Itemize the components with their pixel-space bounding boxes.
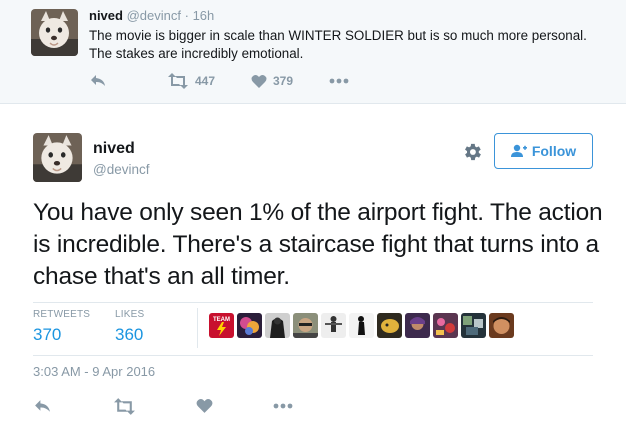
reply-button[interactable] bbox=[89, 72, 107, 90]
liker-avatar[interactable] bbox=[349, 313, 374, 338]
dog-avatar-image bbox=[33, 133, 82, 182]
tweet-time[interactable]: 16h bbox=[193, 8, 215, 23]
liker-avatar-image bbox=[349, 313, 374, 338]
avatar[interactable] bbox=[31, 9, 78, 56]
liker-avatar[interactable] bbox=[265, 313, 290, 338]
divider bbox=[33, 302, 593, 303]
liker-avatar-image bbox=[405, 313, 430, 338]
liker-avatar[interactable] bbox=[433, 313, 458, 338]
follow-label: Follow bbox=[531, 143, 577, 159]
team-badge-avatar: TEAM bbox=[209, 313, 234, 338]
liker-avatar[interactable] bbox=[489, 313, 514, 338]
liker-avatar[interactable] bbox=[377, 313, 402, 338]
liker-avatar-image bbox=[433, 313, 458, 338]
follow-icon bbox=[510, 144, 527, 157]
user-handle[interactable]: @devincf bbox=[93, 162, 149, 177]
like-count: 379 bbox=[273, 74, 294, 88]
liker-avatar-image bbox=[293, 313, 318, 338]
liker-avatar[interactable] bbox=[293, 313, 318, 338]
parent-tweet[interactable]: nived @devincf · 16h The movie is bigger… bbox=[0, 0, 626, 104]
liker-avatar-image bbox=[237, 313, 262, 338]
liker-avatar[interactable] bbox=[237, 313, 262, 338]
tweet-timestamp[interactable]: 3:03 AM - 9 Apr 2016 bbox=[33, 364, 155, 379]
gear-icon bbox=[465, 143, 481, 161]
liker-avatar[interactable]: TEAM bbox=[209, 313, 234, 338]
retweet-icon bbox=[114, 397, 135, 415]
display-name[interactable]: nived bbox=[89, 8, 123, 23]
likes-label: LIKES bbox=[115, 309, 145, 320]
retweet-button[interactable]: 447 bbox=[167, 72, 215, 90]
heart-icon bbox=[196, 399, 213, 413]
team-label: TEAM bbox=[213, 317, 230, 323]
liker-avatar[interactable] bbox=[321, 313, 346, 338]
likes-value: 360 bbox=[115, 325, 144, 344]
liker-avatar[interactable] bbox=[405, 313, 430, 338]
user-handle[interactable]: @devincf bbox=[127, 8, 181, 23]
likes-stat[interactable]: LIKES 360 bbox=[115, 309, 144, 345]
liker-avatars: TEAM bbox=[209, 313, 514, 339]
more-button[interactable] bbox=[329, 72, 349, 90]
retweets-label: RETWEETS bbox=[33, 309, 91, 320]
tweet-text: The movie is bigger in scale than WINTER… bbox=[89, 28, 587, 61]
retweet-button[interactable] bbox=[113, 397, 136, 415]
reply-icon bbox=[91, 75, 105, 86]
reply-button[interactable] bbox=[33, 397, 52, 415]
liker-avatar-image bbox=[489, 313, 514, 338]
display-name[interactable]: nived bbox=[93, 140, 135, 158]
more-icon bbox=[329, 78, 349, 84]
retweet-count: 447 bbox=[195, 74, 216, 88]
liker-avatar-image bbox=[377, 313, 402, 338]
parent-tweet-header: nived @devincf · 16h bbox=[89, 8, 214, 23]
reply-icon bbox=[35, 399, 50, 412]
more-icon bbox=[273, 403, 293, 409]
like-button[interactable] bbox=[196, 397, 213, 415]
liker-avatar-image bbox=[265, 313, 290, 338]
more-button[interactable] bbox=[273, 397, 293, 415]
divider bbox=[33, 355, 593, 356]
divider bbox=[197, 308, 198, 348]
follow-button[interactable]: Follow bbox=[494, 133, 593, 169]
like-button[interactable]: 379 bbox=[251, 72, 293, 90]
heart-icon bbox=[251, 74, 267, 88]
retweets-stat[interactable]: RETWEETS 370 bbox=[33, 309, 90, 345]
retweets-value: 370 bbox=[33, 325, 62, 344]
avatar[interactable] bbox=[33, 133, 82, 182]
tweet-text: You have only seen 1% of the airport fig… bbox=[33, 199, 603, 290]
retweet-icon bbox=[168, 73, 188, 89]
dog-avatar-image bbox=[31, 9, 78, 56]
liker-avatar[interactable] bbox=[461, 313, 486, 338]
separator-dot: · bbox=[184, 8, 189, 23]
liker-avatar-image bbox=[321, 313, 346, 338]
settings-button[interactable] bbox=[461, 141, 483, 163]
liker-avatar-image bbox=[461, 313, 486, 338]
